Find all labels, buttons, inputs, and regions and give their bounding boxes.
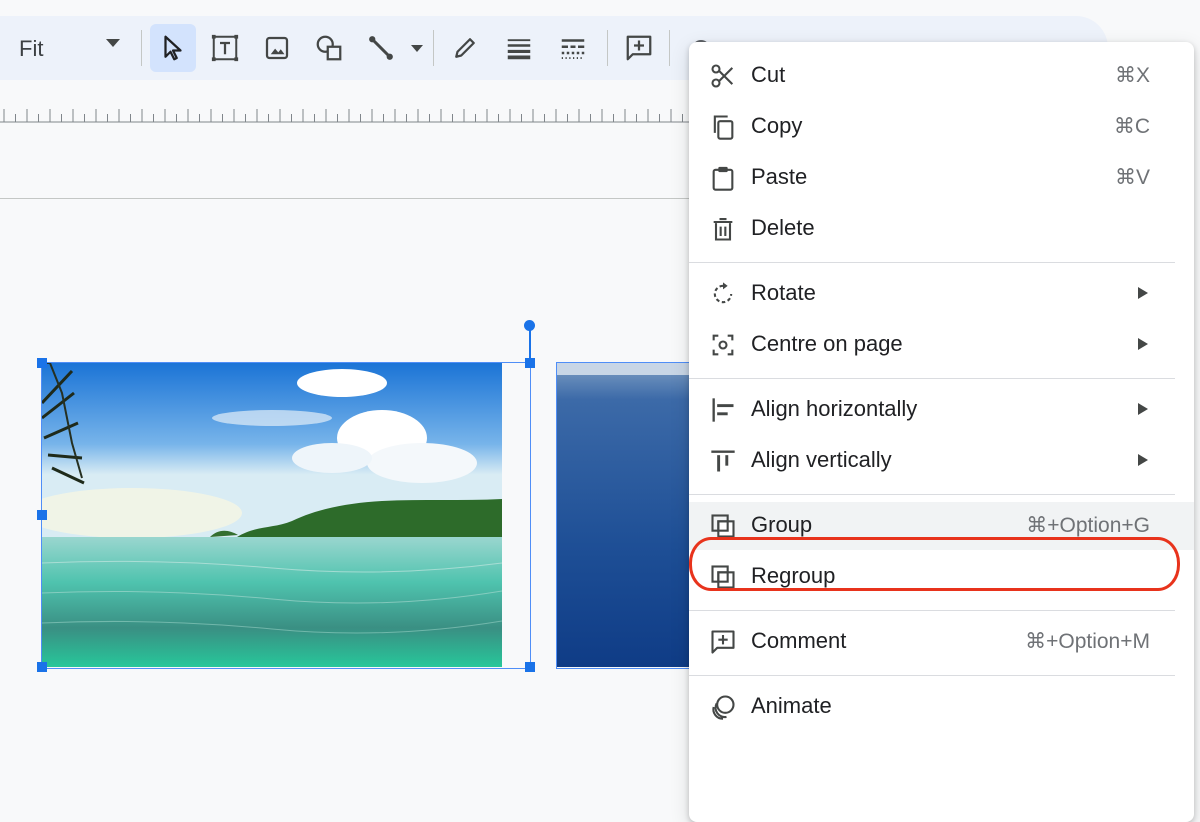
zoom-select-label[interactable]: Fit xyxy=(19,36,43,62)
menu-item-shortcut: ⌘X xyxy=(1114,64,1150,87)
shapes-icon xyxy=(316,35,342,61)
menu-item-label: Centre on page xyxy=(751,331,903,356)
resize-handle-top-center[interactable] xyxy=(525,358,535,368)
menu-divider xyxy=(689,610,1175,611)
toolbar-divider xyxy=(669,30,670,66)
comment-tool-button[interactable] xyxy=(616,24,662,72)
cursor-arrow-icon xyxy=(164,35,182,61)
menu-item-animate[interactable]: Animate xyxy=(689,683,1194,731)
menu-item-copy[interactable]: Copy ⌘C xyxy=(689,103,1194,151)
menu-divider xyxy=(689,378,1175,379)
shape-tool-button[interactable] xyxy=(306,24,352,72)
menu-item-paste[interactable]: Paste ⌘V xyxy=(689,154,1194,202)
menu-item-label: Copy xyxy=(751,113,803,138)
toolbar-divider xyxy=(607,30,608,66)
trash-icon xyxy=(709,215,737,243)
menu-item-centre-on-page[interactable]: Centre on page xyxy=(689,321,1194,369)
resize-handle-middle-left[interactable] xyxy=(37,510,47,520)
copy-icon xyxy=(709,113,737,141)
add-comment-icon xyxy=(626,35,652,61)
menu-item-label: Animate xyxy=(751,693,832,718)
rotate-icon xyxy=(709,280,737,308)
border-color-tool-button[interactable] xyxy=(442,24,488,72)
context-menu: Cut ⌘X Copy ⌘C Paste ⌘V Delete Rotate Centre on … xyxy=(689,42,1194,822)
menu-item-align-horizontally[interactable]: Align horizontally xyxy=(689,386,1194,434)
menu-item-label: Cut xyxy=(751,62,786,87)
menu-divider xyxy=(689,494,1175,495)
menu-item-cut[interactable]: Cut ⌘X xyxy=(689,52,1194,100)
menu-item-comment[interactable]: Comment ⌘+Option+M xyxy=(689,618,1194,666)
horizontal-ruler[interactable] xyxy=(0,100,690,130)
line-icon xyxy=(369,36,393,60)
menu-item-align-vertically[interactable]: Align vertically xyxy=(689,437,1194,485)
line-tool-button[interactable] xyxy=(358,24,404,72)
menu-item-delete[interactable]: Delete xyxy=(689,205,1194,253)
resize-handle-bottom-center[interactable] xyxy=(525,662,535,672)
center-focus-icon xyxy=(709,331,737,359)
animate-icon xyxy=(709,693,737,721)
menu-item-shortcut: ⌘+Option+M xyxy=(1025,630,1150,653)
menu-item-shortcut: ⌘C xyxy=(1113,115,1150,138)
canvas-top-border xyxy=(0,198,690,199)
border-dash-icon xyxy=(561,39,585,59)
select-tool-button[interactable] xyxy=(150,24,196,72)
menu-item-label: Delete xyxy=(751,215,815,240)
menu-item-rotate[interactable]: Rotate xyxy=(689,270,1194,318)
selection-outline-right xyxy=(556,362,693,669)
menu-divider xyxy=(689,262,1175,263)
group-icon xyxy=(709,512,737,540)
menu-item-label: Rotate xyxy=(751,280,816,305)
menu-item-label: Paste xyxy=(751,164,808,189)
text-box-icon xyxy=(211,34,239,62)
menu-divider xyxy=(689,675,1175,676)
tropical-island-image[interactable] xyxy=(42,363,502,667)
resize-handle-top-left[interactable] xyxy=(37,358,47,368)
menu-item-shortcut: ⌘+Option+G xyxy=(1026,514,1150,537)
menu-item-shortcut: ⌘V xyxy=(1114,166,1150,189)
submenu-arrow-icon xyxy=(1138,338,1148,350)
line-dropdown-caret-icon[interactable] xyxy=(411,45,423,52)
resize-handle-bottom-left[interactable] xyxy=(37,662,47,672)
border-dash-tool-button[interactable] xyxy=(550,24,596,72)
zoom-dropdown-caret-icon[interactable] xyxy=(106,39,120,47)
image-icon xyxy=(265,36,289,60)
menu-item-label: Align horizontally xyxy=(751,396,918,421)
align-vertical-icon xyxy=(709,447,737,475)
highlight-annotation-oval xyxy=(689,537,1180,591)
toolbar-divider xyxy=(433,30,434,66)
pencil-icon xyxy=(455,38,475,58)
clipboard-icon xyxy=(709,164,737,192)
align-horizontal-icon xyxy=(709,396,737,424)
rotation-handle[interactable] xyxy=(524,320,535,331)
text-box-tool-button[interactable] xyxy=(202,24,248,72)
submenu-arrow-icon xyxy=(1138,287,1148,299)
menu-item-label: Group xyxy=(751,512,813,537)
submenu-arrow-icon xyxy=(1138,403,1148,415)
submenu-arrow-icon xyxy=(1138,454,1148,466)
add-comment-icon xyxy=(709,628,737,656)
border-weight-tool-button[interactable] xyxy=(496,24,542,72)
ruler-area xyxy=(0,80,690,198)
scissors-icon xyxy=(709,62,737,90)
border-weight-icon xyxy=(507,39,531,60)
menu-item-label: Align vertically xyxy=(751,447,892,472)
toolbar-divider xyxy=(141,30,142,66)
menu-item-label: Comment xyxy=(751,628,847,653)
image-tool-button[interactable] xyxy=(254,24,300,72)
